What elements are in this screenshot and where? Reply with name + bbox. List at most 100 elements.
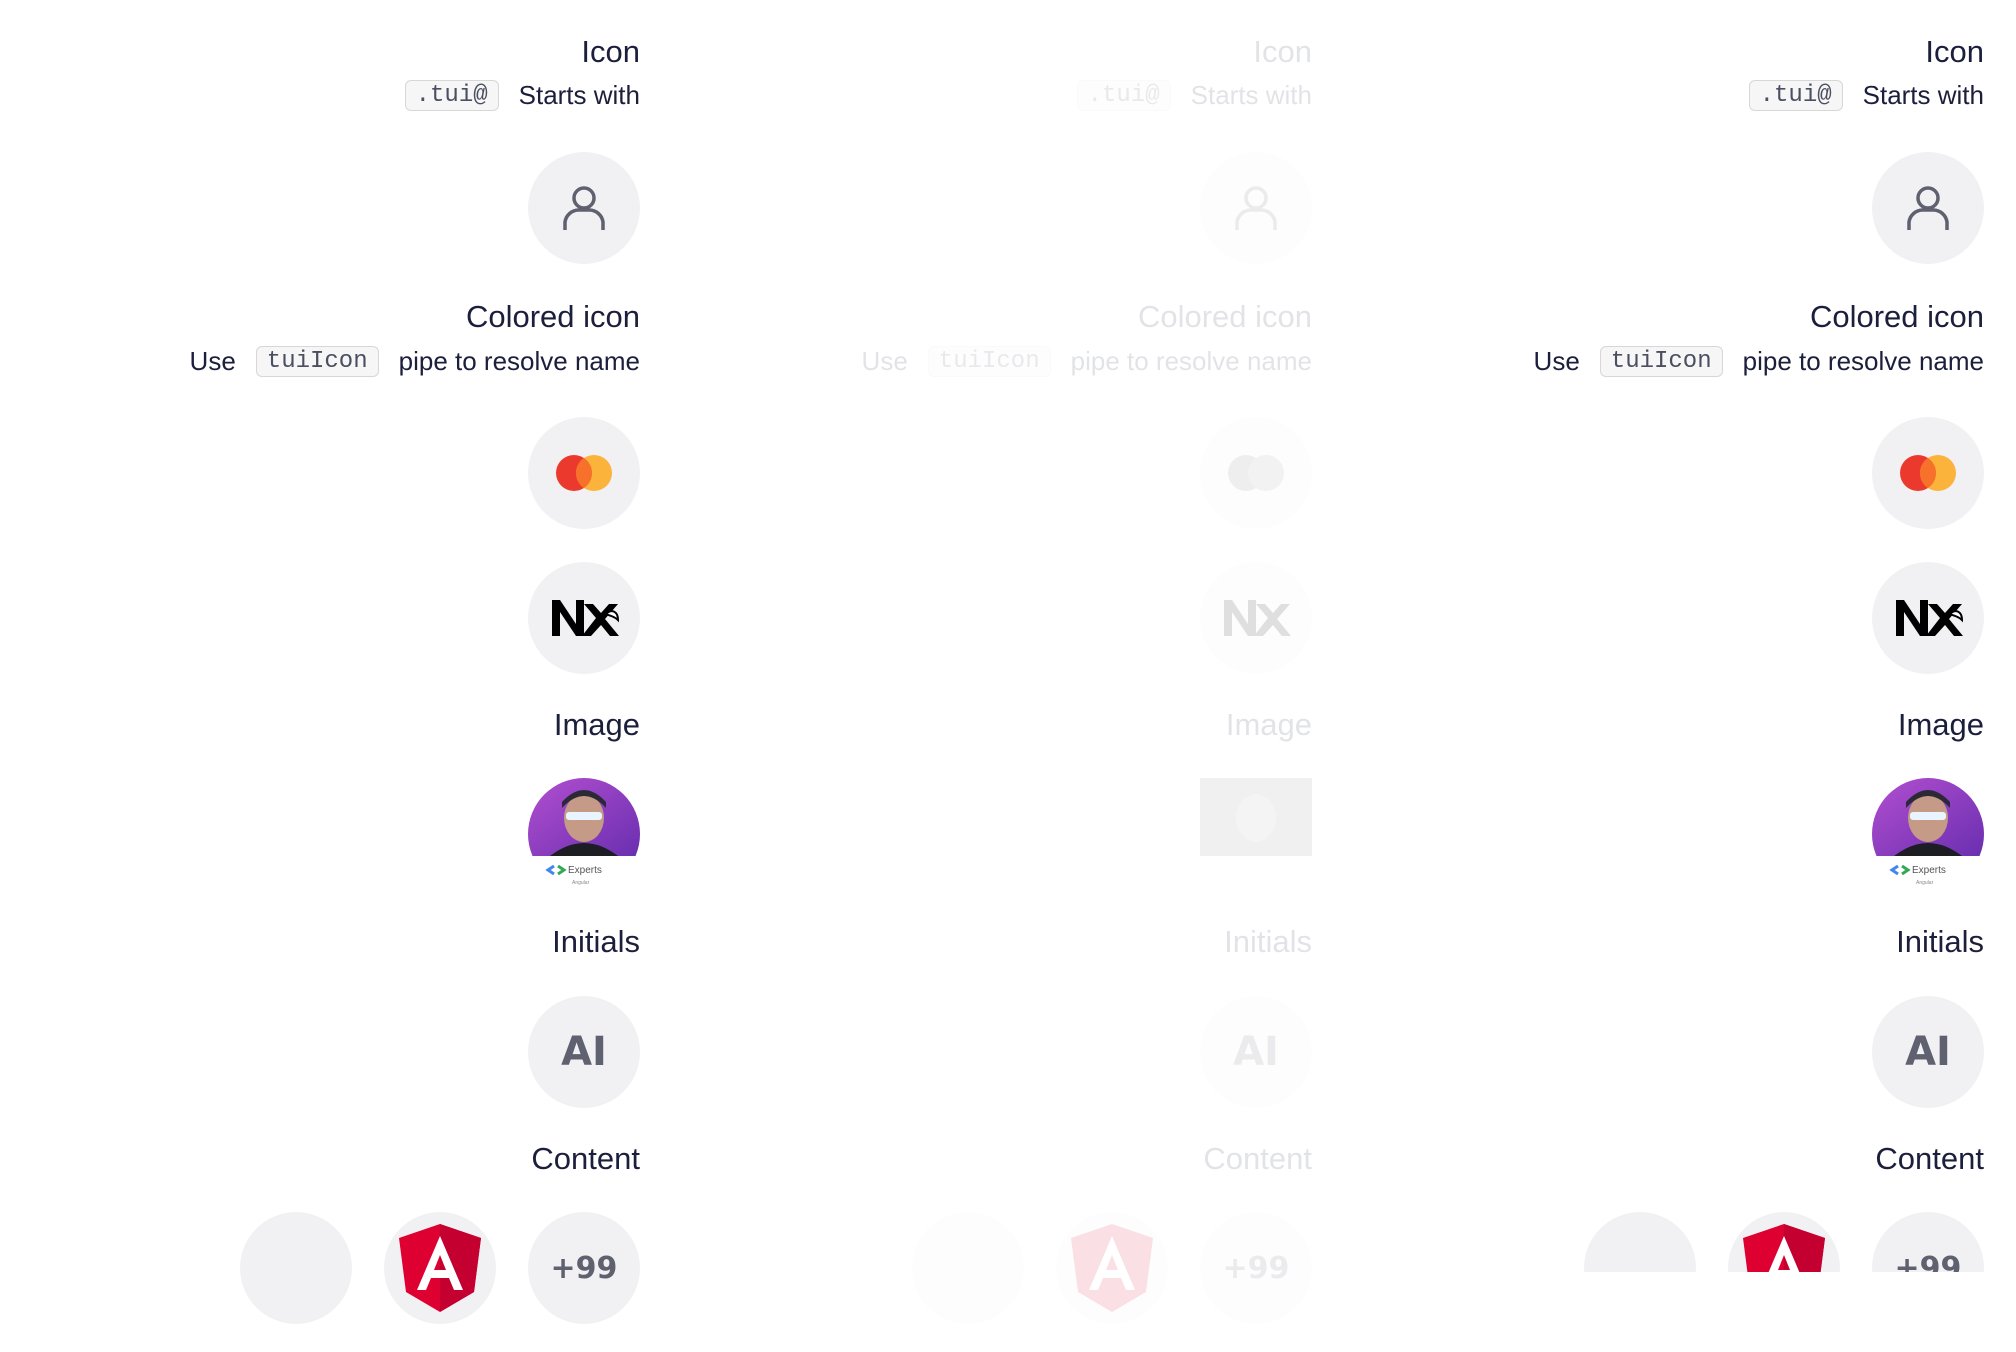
section-desc-colored-icon: Use tuiIcon pipe to resolve name bbox=[862, 346, 1312, 377]
avatar-image: Experts Angular bbox=[1872, 778, 1984, 890]
avatar-mastercard bbox=[528, 417, 640, 529]
avatar-empty bbox=[240, 1212, 352, 1324]
angular-logo-icon bbox=[1743, 1224, 1825, 1272]
section-title-text: Content bbox=[1875, 1141, 1984, 1176]
section-desc-icon: .tui@ Starts with bbox=[1748, 80, 1984, 111]
desc-text: Use bbox=[1533, 346, 1580, 376]
avatar-initials: AI bbox=[528, 996, 640, 1108]
desc-text: Use bbox=[861, 346, 908, 376]
initials-text: AI bbox=[561, 1029, 607, 1075]
section-desc-icon: .tui@ Starts with bbox=[1076, 80, 1312, 111]
code-snippet: .tui@ bbox=[1076, 80, 1171, 111]
avatar-nx bbox=[1872, 562, 1984, 674]
angular-logo-icon bbox=[1071, 1224, 1153, 1312]
section-title-text: Icon bbox=[1253, 34, 1312, 69]
user-icon bbox=[1907, 186, 1949, 230]
count-text: +99 bbox=[1894, 1250, 1962, 1273]
section-title-content: Content bbox=[531, 1141, 640, 1177]
desc-text: Starts with bbox=[1862, 80, 1984, 110]
section-title-text: Colored icon bbox=[1809, 299, 1984, 334]
desc-text: pipe to resolve name bbox=[398, 346, 640, 376]
desc-text: pipe to resolve name bbox=[1742, 346, 1984, 376]
section-title-content: Content bbox=[1875, 1141, 1984, 1177]
section-title-text: Initials bbox=[1224, 924, 1312, 959]
person-photo-icon: Experts Angular bbox=[528, 778, 640, 890]
section-title-image: Image bbox=[554, 707, 640, 743]
desc-text: Starts with bbox=[518, 80, 640, 110]
section-title-image: Image bbox=[1226, 707, 1312, 743]
section-desc-colored-icon: Use tuiIcon pipe to resolve name bbox=[1534, 346, 1984, 377]
section-title-text: Icon bbox=[581, 34, 640, 69]
avatar-icon bbox=[1200, 152, 1312, 264]
section-title-icon: Icon bbox=[1925, 34, 1984, 70]
avatar-demo-column-3: Icon .tui@ Starts with Colored icon Use … bbox=[1344, 0, 1984, 1352]
section-title-initials: Initials bbox=[552, 924, 640, 960]
initials-text: AI bbox=[1233, 1029, 1279, 1075]
section-title-text: Initials bbox=[552, 924, 640, 959]
mastercard-icon bbox=[1900, 455, 1956, 491]
column-viewport: Icon .tui@ Starts with Colored icon Use … bbox=[1344, 0, 1984, 1272]
user-icon bbox=[563, 186, 605, 230]
section-title-icon: Icon bbox=[581, 34, 640, 70]
section-title-text: Colored icon bbox=[1137, 299, 1312, 334]
section-title-initials: Initials bbox=[1224, 924, 1312, 960]
initials-text: AI bbox=[1905, 1029, 1951, 1075]
section-title-text: Content bbox=[531, 1141, 640, 1176]
count-text: +99 bbox=[1222, 1250, 1290, 1286]
desc-text: Starts with bbox=[1190, 80, 1312, 110]
section-title-text: Content bbox=[1203, 1141, 1312, 1176]
avatar-icon bbox=[528, 152, 640, 264]
code-snippet: tuiIcon bbox=[927, 346, 1051, 377]
avatar-demo-column-2: Icon .tui@ Starts with Colored icon Use … bbox=[672, 0, 1312, 1352]
avatar-image bbox=[1200, 778, 1312, 890]
section-desc-icon: .tui@ Starts with bbox=[404, 80, 640, 111]
user-icon bbox=[1235, 186, 1277, 230]
avatar-count: +99 bbox=[1200, 1212, 1312, 1324]
avatar-angular bbox=[1056, 1212, 1168, 1324]
avatar-empty bbox=[1584, 1212, 1696, 1272]
avatar-nx bbox=[528, 562, 640, 674]
avatar-mastercard bbox=[1200, 417, 1312, 529]
avatar-initials: AI bbox=[1872, 996, 1984, 1108]
section-title-colored-icon: Colored icon bbox=[1138, 299, 1312, 335]
section-title-icon: Icon bbox=[1253, 34, 1312, 70]
code-snippet: .tui@ bbox=[1748, 80, 1843, 111]
section-title-colored-icon: Colored icon bbox=[1810, 299, 1984, 335]
code-snippet: tuiIcon bbox=[255, 346, 379, 377]
desc-text: pipe to resolve name bbox=[1070, 346, 1312, 376]
section-title-colored-icon: Colored icon bbox=[466, 299, 640, 335]
avatar-count: +99 bbox=[528, 1212, 640, 1324]
image-subcaption: Angular bbox=[1916, 880, 1934, 886]
section-title-text: Image bbox=[553, 707, 640, 742]
avatar-angular bbox=[1728, 1212, 1840, 1272]
image-caption: Experts bbox=[568, 865, 602, 876]
count-text: +99 bbox=[550, 1250, 618, 1286]
nx-logo-icon bbox=[1224, 600, 1291, 636]
code-snippet: tuiIcon bbox=[1599, 346, 1723, 377]
section-title-text: Initials bbox=[1896, 924, 1984, 959]
nx-logo-icon bbox=[552, 600, 620, 636]
nx-logo-icon bbox=[1896, 600, 1964, 636]
section-title-image: Image bbox=[1898, 707, 1984, 743]
mastercard-icon bbox=[1228, 455, 1284, 491]
section-title-text: Icon bbox=[1925, 34, 1984, 69]
avatar-empty bbox=[912, 1212, 1024, 1324]
mastercard-icon bbox=[556, 455, 612, 491]
image-caption: Experts bbox=[1912, 865, 1946, 876]
avatar-initials: AI bbox=[1200, 996, 1312, 1108]
person-photo-icon bbox=[1200, 778, 1312, 890]
avatar-icon bbox=[1872, 152, 1984, 264]
angular-logo-icon bbox=[399, 1224, 481, 1312]
section-title-text: Colored icon bbox=[465, 299, 640, 334]
code-snippet: .tui@ bbox=[404, 80, 499, 111]
desc-text: Use bbox=[189, 346, 236, 376]
avatar-mastercard bbox=[1872, 417, 1984, 529]
avatar-image: Experts Angular bbox=[528, 778, 640, 890]
avatar-count: +99 bbox=[1872, 1212, 1984, 1272]
avatar-nx bbox=[1200, 562, 1312, 674]
section-title-text: Image bbox=[1225, 707, 1312, 742]
image-subcaption: Angular bbox=[572, 880, 590, 886]
avatar-angular bbox=[384, 1212, 496, 1324]
section-title-content: Content bbox=[1203, 1141, 1312, 1177]
section-title-text: Image bbox=[1897, 707, 1984, 742]
